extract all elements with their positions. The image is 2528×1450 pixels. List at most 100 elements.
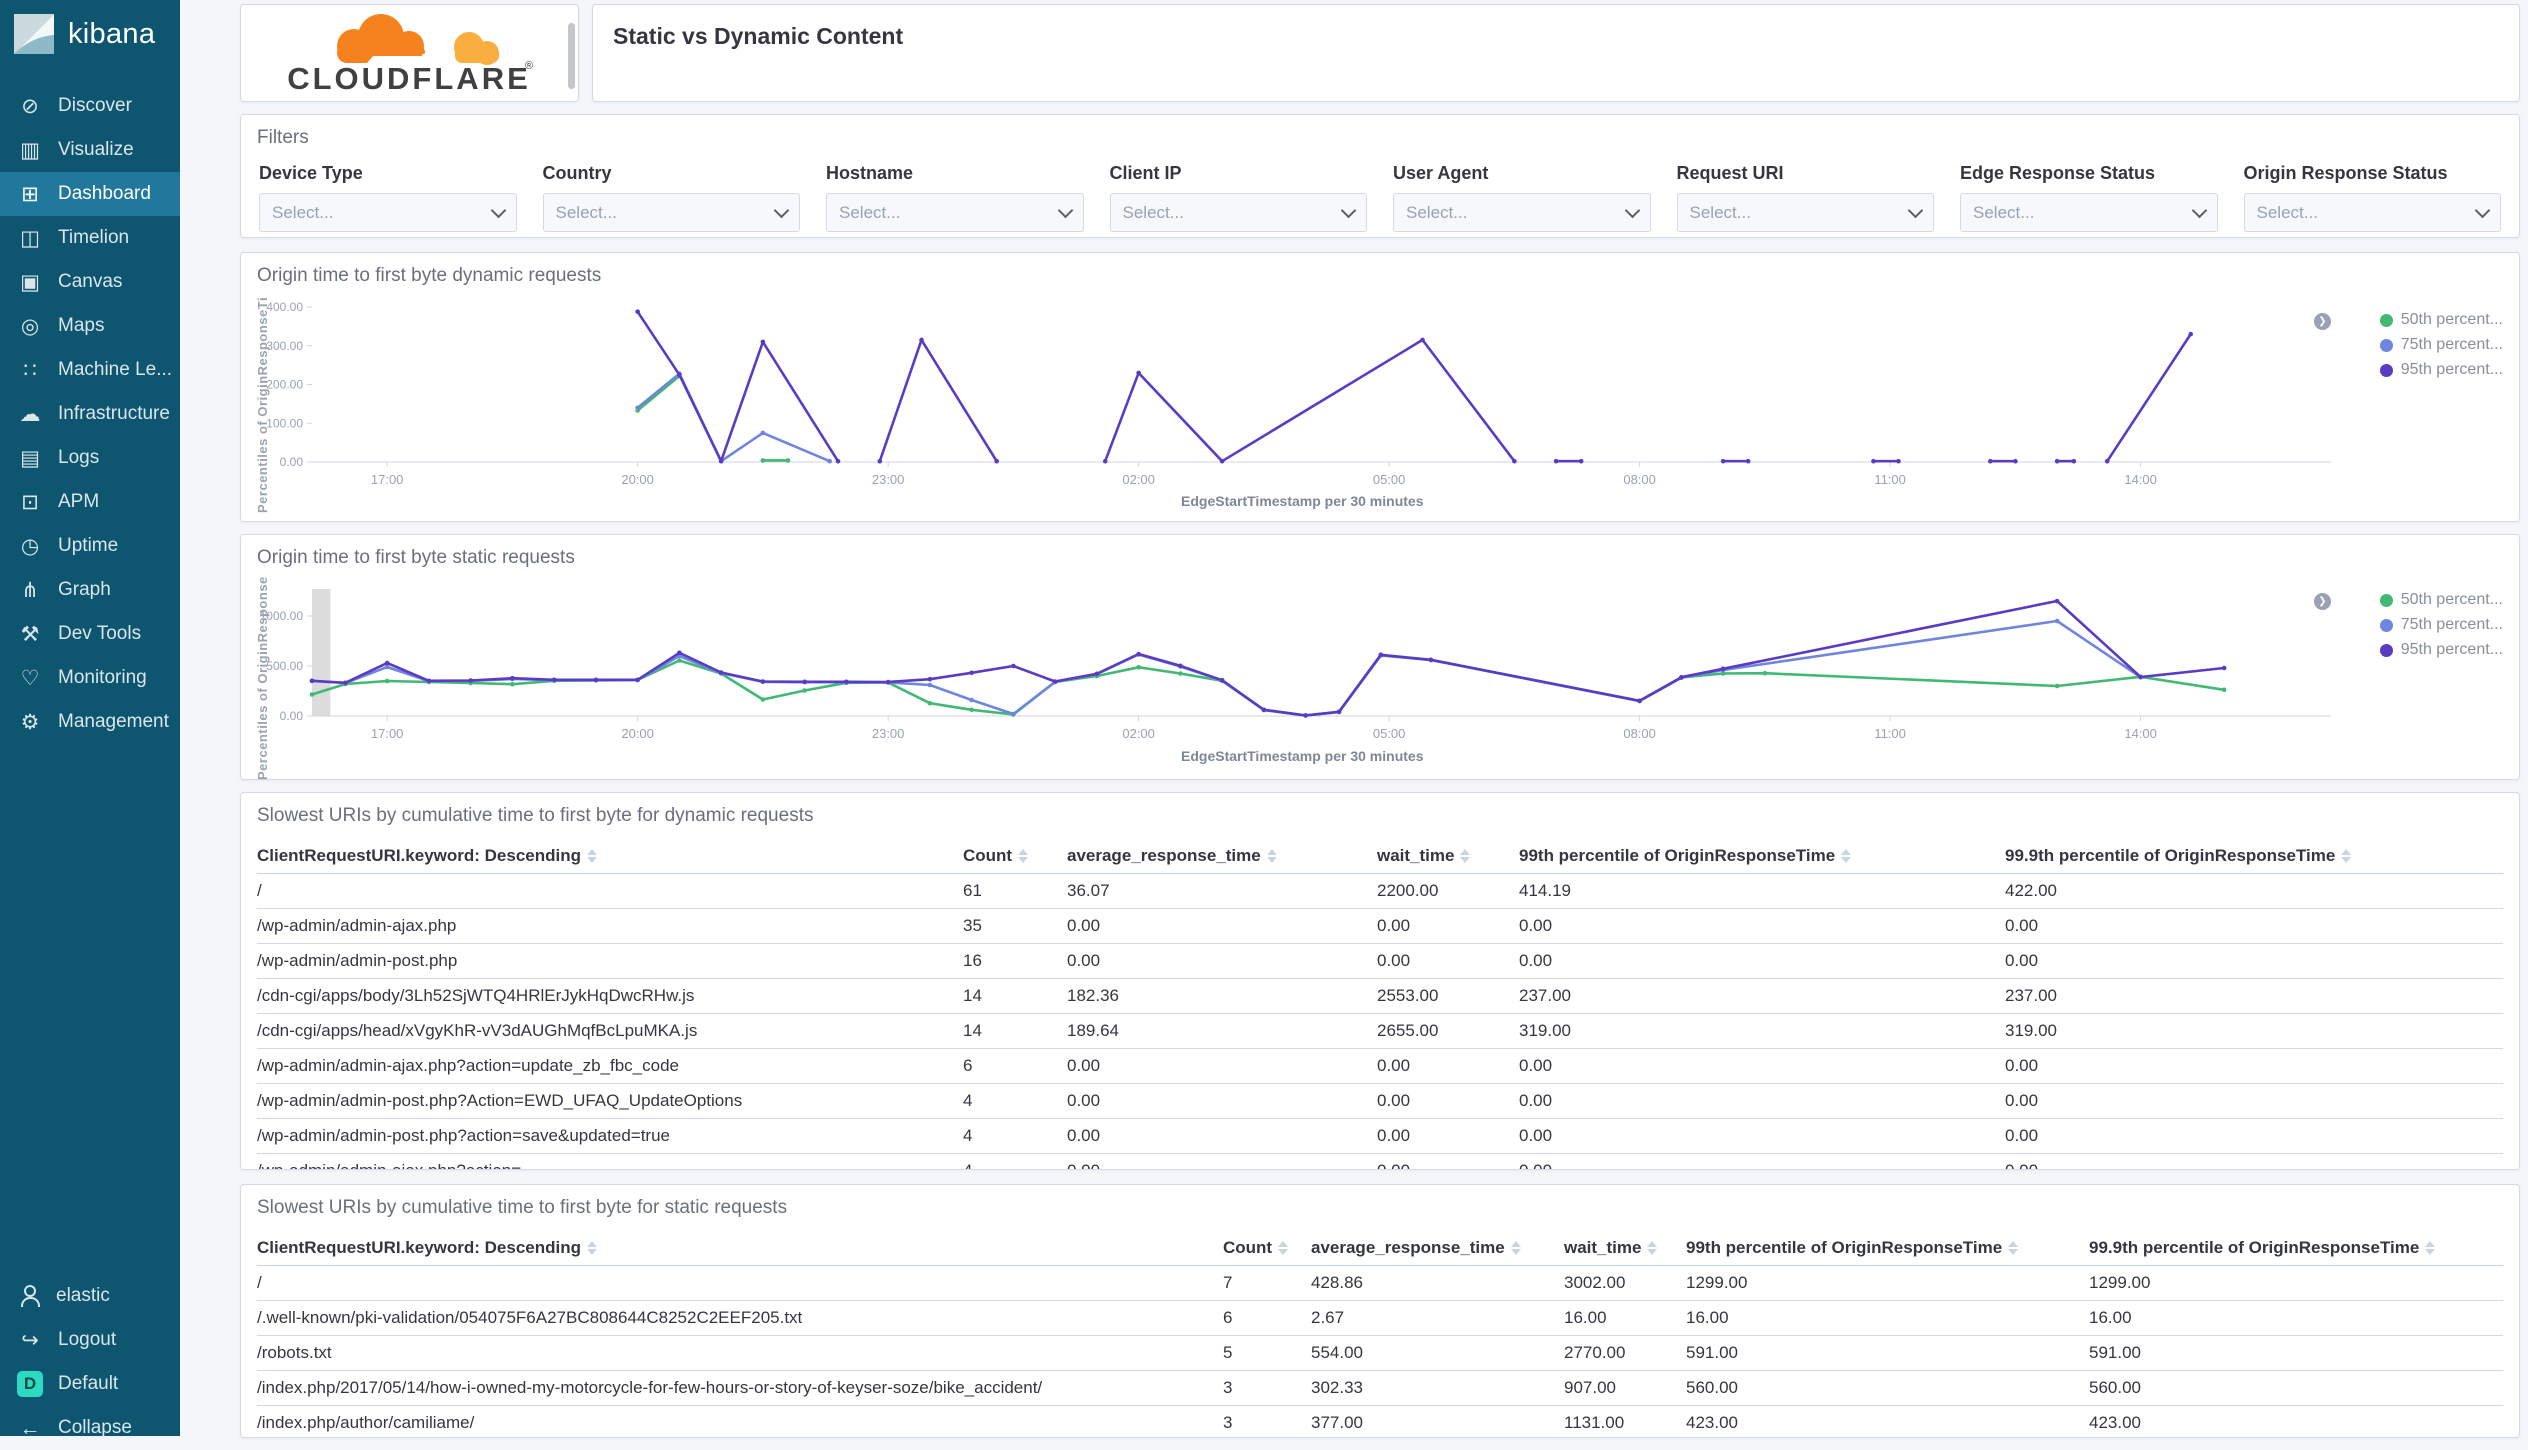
table-cell: 237.00 xyxy=(2005,978,2503,1014)
column-header-label: 99th percentile of OriginResponseTime xyxy=(1519,846,1836,865)
sidebar-item-canvas[interactable]: ▣ Canvas xyxy=(0,260,180,304)
series-line xyxy=(310,599,2226,717)
column-header[interactable]: ClientRequestURI.keyword: Descending xyxy=(257,839,963,874)
table-cell: /wp-admin/admin-ajax.php xyxy=(257,908,963,944)
sidebar-item-logs[interactable]: ▤ Logs xyxy=(0,436,180,480)
sidebar-item-label: Visualize xyxy=(58,139,134,160)
maps-icon: ◎ xyxy=(20,314,40,338)
sidebar-item-management[interactable]: ⚙ Management xyxy=(0,700,180,744)
table-cell: 0.00 xyxy=(1377,1048,1519,1084)
sidebar-item-label: Logs xyxy=(58,447,100,468)
table-cell: 14 xyxy=(963,978,1067,1014)
filter-client-ip: Client IP Select... xyxy=(1109,163,1367,232)
sidebar-item-label: Dashboard xyxy=(58,183,151,204)
chart-canvas: 0.00 500.00 1000.00 17:00 20:00 23:00 02:00 05:… xyxy=(260,589,2331,741)
sidebar-item-uptime[interactable]: ◷ Uptime xyxy=(0,524,180,568)
legend-dot-icon xyxy=(2379,618,2393,632)
hostname-select[interactable]: Select... xyxy=(826,193,1084,232)
data-point xyxy=(919,337,924,343)
legend-dot-icon xyxy=(2379,338,2393,352)
sidebar-item-infrastructure[interactable]: ☁ Infrastructure xyxy=(0,392,180,436)
column-header[interactable]: 99th percentile of OriginResponseTime xyxy=(1686,1231,2089,1266)
x-tick-label: 08:00 xyxy=(1623,726,1656,741)
table-cell: 0.00 xyxy=(1377,1118,1519,1154)
data-point xyxy=(835,458,841,464)
logo-panel-scrollbar[interactable] xyxy=(568,23,575,89)
sort-carets-icon xyxy=(2341,849,2352,863)
sidebar-item-machine-learning[interactable]: ∷ Machine Le... xyxy=(0,348,180,392)
data-point xyxy=(1011,663,1016,669)
visualize-icon: ▥ xyxy=(20,138,40,162)
data-point xyxy=(1637,698,1642,704)
legend-item-95th[interactable]: 95th percent... xyxy=(2379,641,2503,659)
column-header[interactable]: average_response_time xyxy=(1067,839,1377,874)
sidebar-item-timelion[interactable]: ◫ Timelion xyxy=(0,216,180,260)
data-point xyxy=(677,650,682,656)
sort-carets-icon xyxy=(1510,1241,1521,1255)
data-point xyxy=(309,678,315,684)
sidebar-item-graph[interactable]: ⋔ Graph xyxy=(0,568,180,612)
column-header[interactable]: Count xyxy=(963,839,1067,874)
request-uri-select[interactable]: Select... xyxy=(1676,193,1934,232)
column-header[interactable]: ClientRequestURI.keyword: Descending xyxy=(257,1231,1223,1266)
sidebar-item-apm[interactable]: ⊡ APM xyxy=(0,480,180,524)
legend-toggle-icon[interactable]: ❯ xyxy=(2314,313,2331,330)
legend-item-95th[interactable]: 95th percent... xyxy=(2379,361,2503,379)
filter-label: User Agent xyxy=(1393,163,1489,183)
column-header[interactable]: wait_time xyxy=(1377,839,1519,874)
legend-item-50th[interactable]: 50th percent... xyxy=(2379,591,2503,609)
select-placeholder: Select... xyxy=(2256,202,2318,222)
table-cell: 560.00 xyxy=(2089,1370,2503,1406)
sidebar-item-visualize[interactable]: ▥ Visualize xyxy=(0,128,180,172)
sidebar-item-logout[interactable]: ↪ Logout xyxy=(0,1318,180,1362)
sidebar-item-dev-tools[interactable]: ⚒ Dev Tools xyxy=(0,612,180,656)
table-row: /wp-admin/admin-post.php 16 0.00 0.00 0.00 0.… xyxy=(257,943,2503,979)
sidebar: kibana ⊘ Discover ▥ Visualize ⊞ Dashboard ◫ Tim… xyxy=(0,0,180,1439)
data-point xyxy=(802,688,807,693)
table-cell: 422.00 xyxy=(2005,873,2503,909)
legend-item-75th[interactable]: 75th percent... xyxy=(2379,336,2503,354)
data-point xyxy=(994,458,999,464)
table-cell: 1131.00 xyxy=(1564,1405,1686,1437)
sidebar-item-label: elastic xyxy=(56,1285,110,1306)
column-header[interactable]: 99th percentile of OriginResponseTime xyxy=(1519,839,2005,874)
column-header[interactable]: 99.9th percentile of OriginResponseTime xyxy=(2005,839,2503,874)
user-agent-select[interactable]: Select... xyxy=(1393,193,1651,232)
data-point xyxy=(1136,665,1141,670)
origin-response-status-select[interactable]: Select... xyxy=(2243,193,2501,232)
select-placeholder: Select... xyxy=(272,202,334,222)
sidebar-item-maps[interactable]: ◎ Maps xyxy=(0,304,180,348)
legend-item-50th[interactable]: 50th percent... xyxy=(2379,311,2503,329)
sidebar-item-elastic[interactable]: elastic xyxy=(0,1274,180,1318)
country-select[interactable]: Select... xyxy=(542,193,800,232)
device-type-select[interactable]: Select... xyxy=(259,193,517,232)
client-ip-select[interactable]: Select... xyxy=(1109,193,1367,232)
table-cell: 591.00 xyxy=(1686,1335,2089,1371)
sidebar-item-dashboard[interactable]: ⊞ Dashboard xyxy=(0,172,180,216)
sidebar-item-collapse[interactable]: ← Collapse xyxy=(0,1406,180,1450)
table-cell: /wp-admin/admin-post.php?Action=EWD_UFAQ… xyxy=(257,1083,963,1119)
filter-user-agent: User Agent Select... xyxy=(1393,163,1651,232)
data-point xyxy=(593,677,599,683)
sidebar-item-monitoring[interactable]: ♡ Monitoring xyxy=(0,656,180,700)
column-header[interactable]: Count xyxy=(1223,1231,1311,1266)
legend-item-75th[interactable]: 75th percent... xyxy=(2379,616,2503,634)
sidebar-item-default-space[interactable]: D Default xyxy=(0,1362,180,1406)
table-cell: /wp-admin/admin-post.php xyxy=(257,943,963,979)
table-cell: 0.00 xyxy=(1377,943,1519,979)
table-cell: 0.00 xyxy=(1519,1083,2005,1119)
column-header[interactable]: average_response_time xyxy=(1311,1231,1564,1266)
sidebar-item-discover[interactable]: ⊘ Discover xyxy=(0,84,180,128)
filter-country: Country Select... xyxy=(542,163,800,232)
edge-response-status-select[interactable]: Select... xyxy=(1960,193,2218,232)
table-cell: /wp-admin/admin-ajax.php?action=... xyxy=(257,1153,963,1169)
filters-panel: Filters Device Type Select... Country Selec… xyxy=(240,114,2520,238)
column-header[interactable]: 99.9th percentile of OriginResponseTime xyxy=(2089,1231,2503,1266)
table-row: /wp-admin/admin-ajax.php 35 0.00 0.00 0.00 0.… xyxy=(257,908,2503,944)
sidebar-item-label: Management xyxy=(58,711,169,732)
legend-toggle-icon[interactable]: ❯ xyxy=(2314,593,2331,610)
data-point xyxy=(1512,458,1517,464)
filter-label: Origin Response Status xyxy=(2243,163,2448,183)
kibana-brand: kibana xyxy=(0,0,180,66)
column-header[interactable]: wait_time xyxy=(1564,1231,1686,1266)
